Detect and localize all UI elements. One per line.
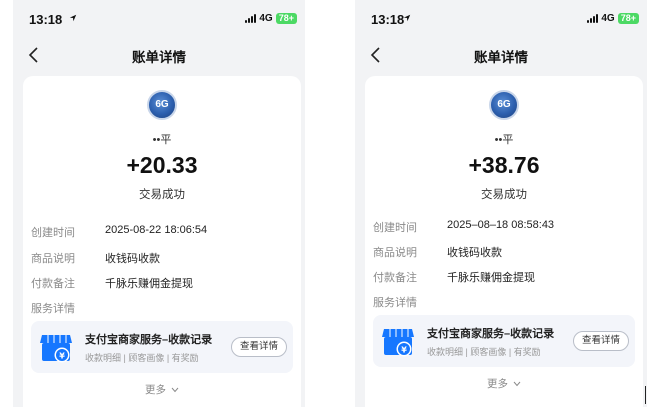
detail-value: 千脉乐赚佣金提现 — [447, 272, 535, 284]
status-time: 13:18 — [371, 12, 405, 27]
avatar: 6G — [489, 90, 519, 120]
detail-label: 商品说明 — [373, 247, 417, 259]
status-indicators: 4G 78+ — [587, 13, 639, 24]
merchant-service-card[interactable]: ¥ 支付宝商家服务–收款记录 收款明细 | 顾客画像 | 有奖励 查看详情 — [373, 315, 635, 367]
avatar-label: 6G — [497, 99, 511, 110]
svg-text:¥: ¥ — [59, 352, 65, 361]
avatar-label: 6G — [155, 99, 169, 110]
chevron-down-icon — [171, 387, 179, 393]
chevron-down-icon — [513, 381, 521, 387]
edge-divider — [645, 386, 646, 404]
svg-text:¥: ¥ — [401, 346, 407, 355]
detail-label: 服务详情 — [373, 297, 417, 309]
detail-row-created: 创建时间 2025–08–18 08:58:43 — [365, 219, 643, 239]
detail-value: 千脉乐赚佣金提现 — [105, 278, 193, 290]
detail-row-description: 商品说明 收钱码收款 — [365, 244, 643, 264]
service-subtitle: 收款明细 | 顾客画像 | 有奖励 — [85, 353, 199, 363]
detail-row-created: 创建时间 2025-08-22 18:06:54 — [23, 224, 301, 244]
detail-label: 服务详情 — [31, 303, 75, 315]
right-screenshot: 13:18 4G 78+ 账单详情 6G ••平 +38.76 交易成功 创建时… — [355, 0, 647, 407]
detail-label: 付款备注 — [31, 278, 75, 290]
detail-value: 2025-08-22 18:06:54 — [105, 224, 208, 236]
more-label: 更多 — [145, 384, 167, 396]
battery-icon: 78+ — [275, 13, 297, 24]
signal-icon — [587, 14, 599, 23]
payer-name: ••平 — [152, 134, 172, 146]
bill-card: 6G ••平 +38.76 交易成功 创建时间 2025–08–18 08:58… — [365, 76, 643, 407]
detail-row-remark: 付款备注 千脉乐赚佣金提现 — [23, 275, 301, 295]
detail-row-remark: 付款备注 千脉乐赚佣金提现 — [365, 269, 643, 289]
location-arrow-icon — [403, 14, 411, 22]
payer-name: ••平 — [494, 134, 514, 146]
service-title: 支付宝商家服务–收款记录 — [85, 334, 213, 346]
network-type: 4G — [259, 13, 273, 24]
view-details-button[interactable]: 查看详情 — [573, 331, 629, 351]
detail-value: 收钱码收款 — [447, 247, 502, 259]
detail-row-service: 服务详情 — [365, 294, 643, 314]
transaction-status: 交易成功 — [139, 189, 185, 201]
detail-value: 收钱码收款 — [105, 253, 160, 265]
left-screenshot: 13:18 4G 78+ 账单详情 6G ••平 +20.33 交易成功 创建时… — [13, 0, 305, 407]
transaction-status: 交易成功 — [481, 189, 527, 201]
detail-label: 创建时间 — [373, 222, 417, 234]
detail-row-description: 商品说明 收钱码收款 — [23, 250, 301, 270]
view-details-button[interactable]: 查看详情 — [231, 337, 287, 357]
signal-icon — [245, 14, 257, 23]
status-time: 13:18 — [29, 12, 63, 27]
page-title: 账单详情 — [132, 50, 186, 65]
more-link[interactable]: 更多 — [23, 382, 301, 397]
battery-icon: 78+ — [617, 13, 639, 24]
detail-value: 2025–08–18 08:58:43 — [447, 219, 555, 231]
detail-label: 付款备注 — [373, 272, 417, 284]
nav-bar: 账单详情 — [355, 38, 647, 72]
nav-bar: 账单详情 — [13, 38, 305, 72]
shop-icon: ¥ — [40, 335, 72, 363]
amount: +20.33 — [126, 152, 198, 178]
location-arrow-icon — [69, 14, 77, 22]
more-label: 更多 — [487, 378, 509, 390]
more-link[interactable]: 更多 — [365, 376, 643, 391]
detail-row-service: 服务详情 — [23, 300, 301, 320]
merchant-service-card[interactable]: ¥ 支付宝商家服务–收款记录 收款明细 | 顾客画像 | 有奖励 查看详情 — [31, 321, 293, 373]
shop-icon: ¥ — [382, 329, 414, 357]
network-type: 4G — [601, 13, 615, 24]
status-bar: 13:18 4G 78+ — [13, 0, 305, 38]
service-title: 支付宝商家服务–收款记录 — [427, 328, 555, 340]
status-bar: 13:18 4G 78+ — [355, 0, 647, 38]
page-title: 账单详情 — [474, 50, 528, 65]
status-indicators: 4G 78+ — [245, 13, 297, 24]
detail-label: 创建时间 — [31, 227, 75, 239]
bill-card: 6G ••平 +20.33 交易成功 创建时间 2025-08-22 18:06… — [23, 76, 301, 407]
amount: +38.76 — [468, 152, 540, 178]
avatar: 6G — [147, 90, 177, 120]
service-subtitle: 收款明细 | 顾客画像 | 有奖励 — [427, 347, 541, 357]
detail-label: 商品说明 — [31, 253, 75, 265]
